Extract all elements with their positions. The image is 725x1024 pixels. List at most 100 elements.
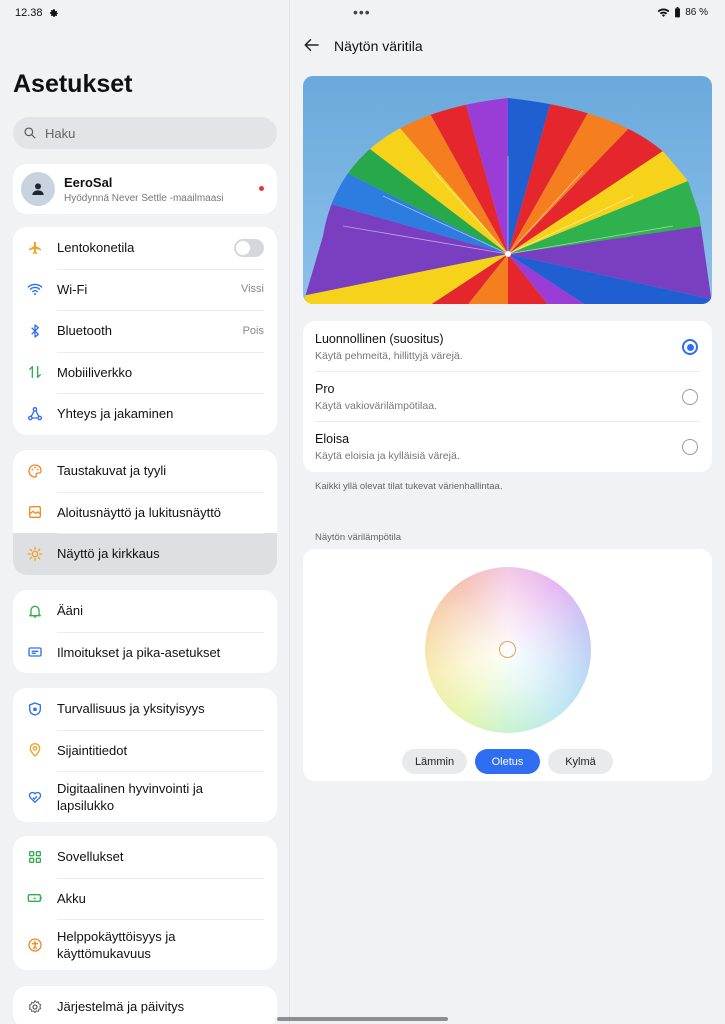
preset-warm-button[interactable]: Lämmin	[402, 749, 467, 774]
sidebar-item-wifi[interactable]: Wi-Fi Vissi	[13, 268, 277, 311]
sidebar-item-battery[interactable]: Akku	[13, 877, 277, 920]
avatar	[21, 172, 55, 206]
battery-percent: 86 %	[685, 7, 708, 18]
sidebar-item-label: Wi-Fi	[57, 281, 88, 297]
battery-status-icon	[675, 7, 681, 18]
sidebar-item-security[interactable]: Turvallisuus ja yksityisyys	[13, 688, 277, 730]
preset-cool-button[interactable]: Kylmä	[548, 749, 613, 774]
bluetooth-icon	[27, 323, 43, 339]
sidebar-item-label: Ilmoitukset ja pika-asetukset	[57, 644, 221, 660]
color-mode-list: Luonnollinen (suositus) Käytä pehmeitä, …	[303, 321, 712, 472]
sidebar-item-label: Akku	[57, 890, 86, 906]
search-input[interactable]: Haku	[13, 117, 277, 149]
airplane-icon	[27, 240, 43, 256]
share-icon	[27, 406, 43, 422]
sidebar-item-label: Mobiiliverkko	[57, 364, 133, 380]
bell-icon	[27, 603, 43, 619]
search-icon	[24, 127, 36, 139]
display-group: Taustakuvat ja tyyli Aloitusnäyttö ja lu…	[13, 450, 277, 575]
sidebar-item-label: Lentokonetila	[57, 240, 135, 256]
sidebar-item-label: Yhteys ja jakaminen	[57, 406, 174, 422]
sidebar-item-digital-wellbeing[interactable]: Digitaalinen hyvinvointi ja lapsilukko	[13, 771, 277, 822]
sidebar-item-label: Ääni	[57, 603, 84, 619]
sidebar-item-label: Digitaalinen hyvinvointi ja lapsilukko	[57, 780, 203, 813]
settings-pane: 12.38 Asetukset Haku EeroSal Hyödynnä Ne…	[0, 0, 290, 1024]
sidebar-item-apps[interactable]: Sovellukset	[13, 836, 277, 878]
shield-icon	[27, 701, 43, 717]
clock: 12.38	[15, 7, 43, 19]
person-icon	[32, 183, 44, 195]
palette-icon	[27, 463, 43, 479]
battery-icon	[27, 890, 43, 906]
radio-vivid[interactable]	[682, 439, 698, 455]
mode-pro[interactable]: Pro Käytä vakiovärilämpötilaa.	[303, 371, 712, 421]
system-group: Järjestelmä ja päivitys	[13, 986, 277, 1024]
sidebar-item-system[interactable]: Järjestelmä ja päivitys	[13, 986, 277, 1024]
preset-default-button[interactable]: Oletus	[475, 749, 540, 774]
sidebar-item-airplane-mode[interactable]: Lentokonetila	[13, 227, 277, 269]
notification-icon	[27, 644, 43, 660]
location-icon	[27, 742, 43, 758]
account-card[interactable]: EeroSal Hyödynnä Never Settle -maailmaas…	[13, 164, 277, 214]
sidebar-item-label: Bluetooth	[57, 323, 112, 339]
mode-subtitle: Käytä vakiovärilämpötilaa.	[315, 400, 437, 412]
sidebar-item-accessibility[interactable]: Helppokäyttöisyys ja käyttömukavuus	[13, 919, 277, 970]
sidebar-item-label: Turvallisuus ja yksityisyys	[57, 701, 205, 717]
sidebar-item-label: Näyttö ja kirkkaus	[57, 546, 160, 562]
color-temperature-card: Lämmin Oletus Kylmä	[303, 549, 712, 781]
privacy-group: Turvallisuus ja yksityisyys Sijaintitied…	[13, 688, 277, 822]
apps-group: Sovellukset Akku Helppokäyttöisyys ja kä…	[13, 836, 277, 970]
mode-natural[interactable]: Luonnollinen (suositus) Käytä pehmeitä, …	[303, 321, 712, 371]
mode-subtitle: Käytä eloisia ja kylläisiä värejä.	[315, 450, 460, 462]
temperature-presets: Lämmin Oletus Kylmä	[303, 749, 712, 774]
wifi-status-icon	[657, 8, 670, 17]
home-screen-icon	[27, 504, 43, 520]
parachute-image	[303, 98, 712, 304]
color-temperature-label: Näytön värilämpötila	[315, 532, 402, 543]
search-placeholder: Haku	[45, 125, 76, 141]
mobile-network-icon	[27, 364, 43, 380]
detail-title: Näytön väritila	[334, 38, 423, 54]
connectivity-group: Lentokonetila Wi-Fi Vissi Bluetooth Pois…	[13, 227, 277, 435]
preview-image	[303, 76, 712, 304]
wifi-icon	[27, 281, 43, 297]
status-time: 12.38	[15, 7, 59, 19]
wifi-value: Vissi	[240, 283, 264, 296]
sidebar-item-notifications[interactable]: Ilmoitukset ja pika-asetukset	[13, 631, 277, 674]
radio-pro[interactable]	[682, 389, 698, 405]
page-title: Asetukset	[13, 70, 133, 98]
airplane-mode-toggle[interactable]	[234, 238, 264, 257]
color-wheel-knob[interactable]	[499, 641, 516, 658]
sidebar-item-connection-sharing[interactable]: Yhteys ja jakaminen	[13, 393, 277, 435]
mode-title: Pro	[315, 382, 335, 396]
sidebar-item-label: Helppokäyttöisyys ja käyttömukavuus	[57, 928, 176, 961]
mode-subtitle: Käytä pehmeitä, hillittyjä värejä.	[315, 350, 463, 362]
sidebar-item-mobile-network[interactable]: Mobiiliverkko	[13, 351, 277, 394]
gear-icon	[49, 9, 58, 17]
sidebar-item-wallpapers[interactable]: Taustakuvat ja tyyli	[13, 450, 277, 492]
gear-icon	[27, 999, 43, 1015]
account-subtitle: Hyödynnä Never Settle -maailmaasi	[64, 192, 224, 204]
more-dots: •••	[353, 4, 371, 20]
sidebar-item-bluetooth[interactable]: Bluetooth Pois	[13, 310, 277, 352]
status-icons: 86 %	[657, 7, 708, 18]
radio-natural[interactable]	[682, 339, 698, 355]
sidebar-item-location[interactable]: Sijaintitiedot	[13, 729, 277, 772]
sidebar-item-label: Järjestelmä ja päivitys	[57, 999, 185, 1015]
sidebar-item-home-lock-screen[interactable]: Aloitusnäyttö ja lukitusnäyttö	[13, 491, 277, 534]
brightness-icon	[27, 546, 43, 562]
detail-pane: ••• 86 % Näytön väritila Luonnollinen (s…	[291, 0, 725, 1024]
sidebar-item-sound[interactable]: Ääni	[13, 590, 277, 632]
home-indicator[interactable]	[277, 1017, 448, 1021]
back-arrow-icon[interactable]	[303, 36, 321, 54]
sound-group: Ääni Ilmoitukset ja pika-asetukset	[13, 590, 277, 673]
mode-vivid[interactable]: Eloisa Käytä eloisia ja kylläisiä värejä…	[303, 421, 712, 471]
color-management-note: Kaikki yllä olevat tilat tukevat värienh…	[315, 481, 503, 492]
sidebar-item-display-brightness[interactable]: Näyttö ja kirkkaus	[13, 533, 277, 575]
sidebar-item-label: Sijaintitiedot	[57, 742, 128, 758]
mode-title: Eloisa	[315, 432, 350, 446]
apps-icon	[27, 849, 43, 865]
notification-dot	[259, 186, 264, 191]
sidebar-item-label: Sovellukset	[57, 849, 124, 865]
bluetooth-value: Pois	[242, 324, 264, 337]
